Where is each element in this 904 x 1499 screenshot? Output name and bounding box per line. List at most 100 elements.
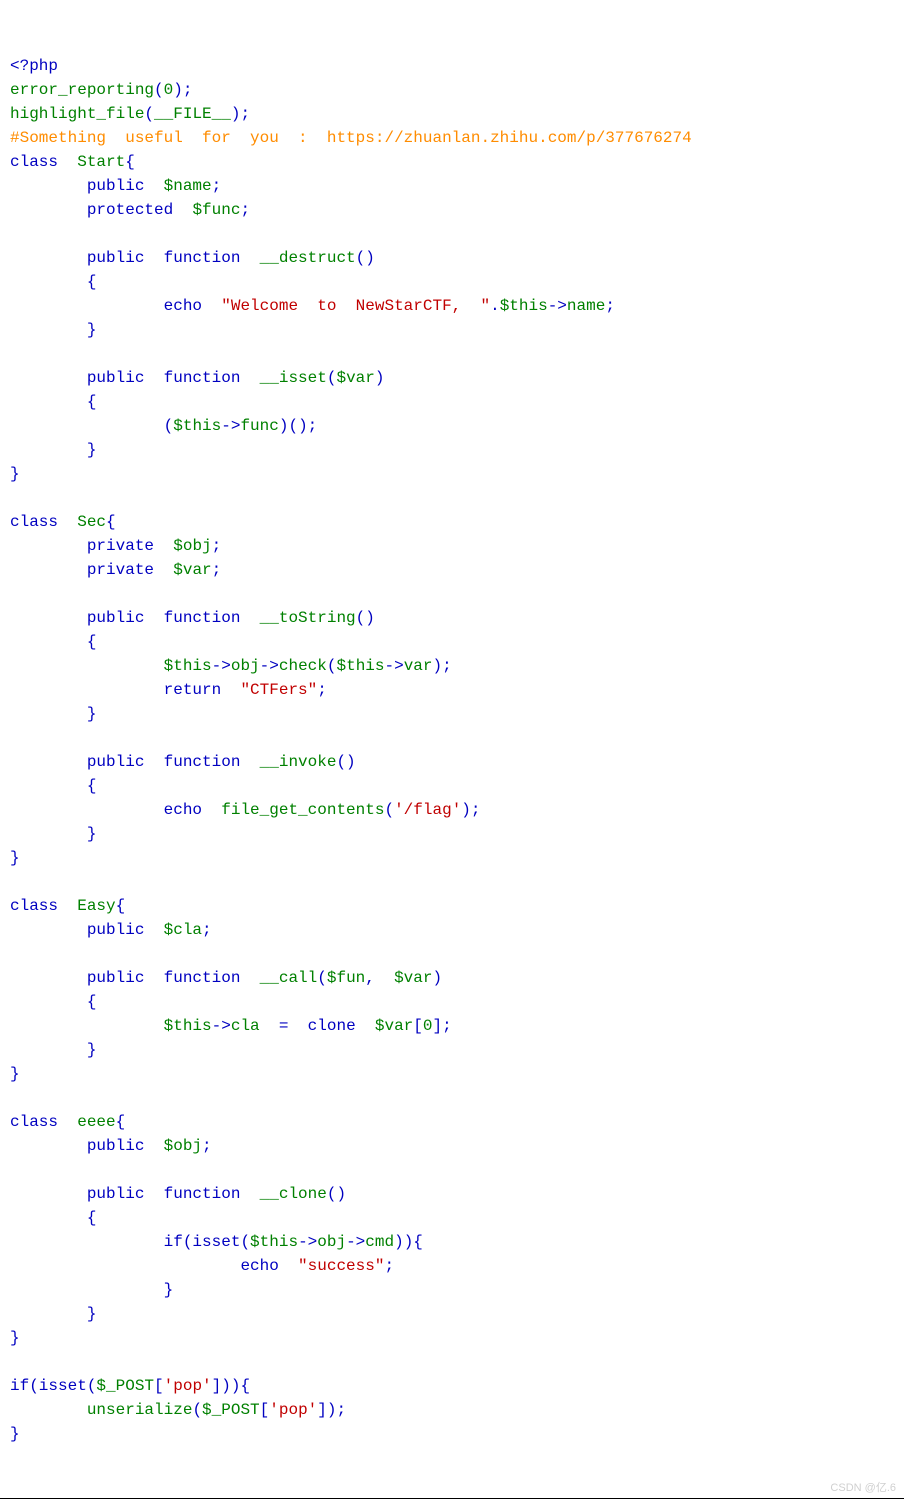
code-line: }: [10, 846, 894, 870]
code-token: {: [10, 993, 96, 1011]
csdn-watermark: CSDN @亿.6: [830, 1480, 896, 1497]
code-token: $var: [173, 561, 211, 579]
code-token: [: [413, 1017, 423, 1035]
code-line: }: [10, 462, 894, 486]
code-token: }: [10, 1281, 173, 1299]
code-token: );: [231, 105, 250, 123]
code-token: ;: [212, 561, 222, 579]
code-token: ->: [346, 1233, 365, 1251]
code-token: <?php: [10, 57, 58, 75]
code-token: (): [356, 609, 375, 627]
code-token: $var: [375, 1017, 413, 1035]
code-line: public $cla;: [10, 918, 894, 942]
code-token: (): [356, 249, 375, 267]
code-line: public $obj;: [10, 1134, 894, 1158]
code-token: Sec: [77, 513, 106, 531]
code-line: if(isset($this->obj->cmd)){: [10, 1230, 894, 1254]
code-token: );: [173, 81, 192, 99]
code-token: ;: [212, 177, 222, 195]
code-token: ;: [605, 297, 615, 315]
code-line: if(isset($_POST['pop'])){: [10, 1374, 894, 1398]
code-token: name: [567, 297, 605, 315]
code-token: (: [10, 417, 173, 435]
code-line: private $obj;: [10, 534, 894, 558]
code-line: error_reporting(0);: [10, 78, 894, 102]
code-line: [10, 1086, 894, 1110]
code-token: echo: [10, 1257, 298, 1275]
code-line: <?php: [10, 54, 894, 78]
code-token: ->: [385, 657, 404, 675]
code-token: }: [10, 1065, 20, 1083]
code-token: );: [433, 657, 452, 675]
code-line: highlight_file(__FILE__);: [10, 102, 894, 126]
code-token: ;: [317, 681, 327, 699]
code-token: $this: [336, 657, 384, 675]
code-line: ($this->func)();: [10, 414, 894, 438]
code-token: 'pop': [164, 1377, 212, 1395]
code-token: [10, 1017, 164, 1035]
code-token: ;: [212, 537, 222, 555]
code-token: ;: [202, 1137, 212, 1155]
code-line: }: [10, 1062, 894, 1086]
code-token: __clone: [260, 1185, 327, 1203]
code-token: }: [10, 441, 96, 459]
code-line: public function __toString(): [10, 606, 894, 630]
code-token: ])){: [212, 1377, 250, 1395]
code-token: $this: [173, 417, 221, 435]
code-token: Start: [77, 153, 125, 171]
code-token: func: [240, 417, 278, 435]
code-token: {: [116, 897, 126, 915]
code-token: (: [384, 801, 394, 819]
code-token: $cla: [164, 921, 202, 939]
code-token: (: [317, 969, 327, 987]
code-line: }: [10, 822, 894, 846]
code-token: public: [10, 921, 164, 939]
code-token: {: [106, 513, 116, 531]
code-token: $obj: [173, 537, 211, 555]
code-token: }: [10, 1305, 96, 1323]
code-line: }: [10, 702, 894, 726]
code-token: }: [10, 1425, 20, 1443]
code-token: "CTFers": [240, 681, 317, 699]
code-token: public function: [10, 249, 260, 267]
code-token: ,: [365, 969, 394, 987]
code-line: {: [10, 774, 894, 798]
code-token: }: [10, 849, 20, 867]
code-token: $var: [394, 969, 432, 987]
code-token: [10, 657, 164, 675]
code-token: }: [10, 1041, 96, 1059]
code-token: (): [327, 1185, 346, 1203]
code-token: ->: [298, 1233, 317, 1251]
code-token: cmd: [365, 1233, 394, 1251]
code-token: ]);: [317, 1401, 346, 1419]
code-line: echo file_get_contents('/flag');: [10, 798, 894, 822]
code-token: $obj: [164, 1137, 202, 1155]
code-token: $this: [164, 1017, 212, 1035]
code-line: [10, 582, 894, 606]
code-token: class: [10, 153, 77, 171]
code-line: [10, 870, 894, 894]
code-token: ->: [548, 297, 567, 315]
code-token: }: [10, 825, 96, 843]
code-token: public function: [10, 369, 260, 387]
code-token: echo: [10, 801, 221, 819]
code-token: ): [375, 369, 385, 387]
code-token: (: [154, 81, 164, 99]
code-token: "Welcome to NewStarCTF, ": [221, 297, 490, 315]
code-token: (): [336, 753, 355, 771]
code-token: class: [10, 897, 77, 915]
code-line: }: [10, 1326, 894, 1350]
code-token: highlight_file: [10, 105, 144, 123]
code-token: __FILE__: [154, 105, 231, 123]
code-line: [10, 222, 894, 246]
code-token: class: [10, 1113, 77, 1131]
code-line: class Start{: [10, 150, 894, 174]
code-token: $this: [250, 1233, 298, 1251]
code-line: [10, 942, 894, 966]
code-token: public function: [10, 1185, 260, 1203]
code-token: = clone: [260, 1017, 375, 1035]
code-line: #Something useful for you : https://zhua…: [10, 126, 894, 150]
code-token: unserialize: [87, 1401, 193, 1419]
code-token: {: [10, 777, 96, 795]
code-line: }: [10, 318, 894, 342]
